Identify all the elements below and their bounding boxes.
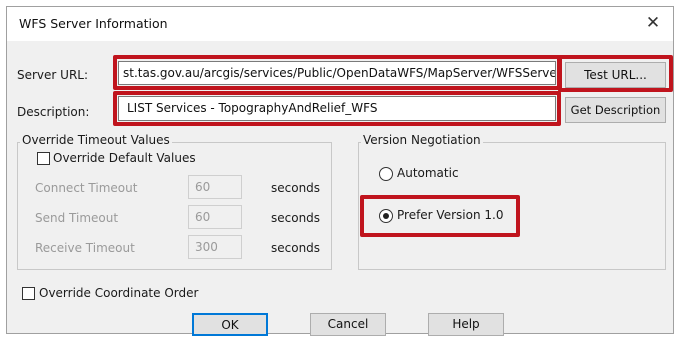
send-timeout-label: Send Timeout bbox=[35, 211, 119, 225]
send-timeout-unit: seconds bbox=[271, 211, 321, 225]
version-group-box bbox=[358, 142, 666, 270]
connect-timeout-unit: seconds bbox=[271, 181, 321, 195]
override-coordinate-order-checkbox[interactable] bbox=[22, 287, 35, 300]
server-url-input[interactable]: st.tas.gov.au/arcgis/services/Public/Ope… bbox=[118, 61, 556, 85]
prefer-version-label: Prefer Version 1.0 bbox=[397, 208, 504, 222]
automatic-label: Automatic bbox=[397, 166, 459, 180]
override-default-label: Override Default Values bbox=[53, 151, 196, 165]
test-url-button[interactable]: Test URL... bbox=[565, 62, 666, 88]
prefer-version-radio[interactable] bbox=[379, 209, 393, 223]
override-default-checkbox[interactable] bbox=[37, 152, 50, 165]
connect-timeout-input[interactable]: 60 bbox=[188, 175, 242, 199]
server-url-label: Server URL: bbox=[17, 68, 89, 82]
override-coordinate-order-label: Override Coordinate Order bbox=[39, 286, 199, 300]
wfs-server-dialog: WFS Server Information ✕ Server URL: st.… bbox=[6, 6, 674, 336]
description-label: Description: bbox=[17, 105, 90, 119]
radio-selected-dot bbox=[383, 213, 389, 219]
timeout-group-title: Override Timeout Values bbox=[20, 133, 172, 147]
receive-timeout-unit: seconds bbox=[271, 241, 321, 255]
cancel-button[interactable]: Cancel bbox=[310, 313, 386, 336]
description-input[interactable]: LIST Services - TopographyAndRelief_WFS bbox=[118, 96, 556, 121]
title-bar: WFS Server Information ✕ bbox=[7, 7, 673, 41]
receive-timeout-label: Receive Timeout bbox=[35, 241, 135, 255]
connect-timeout-label: Connect Timeout bbox=[35, 181, 138, 195]
automatic-radio[interactable] bbox=[379, 167, 393, 181]
close-icon[interactable]: ✕ bbox=[641, 11, 665, 35]
send-timeout-input[interactable]: 60 bbox=[188, 205, 242, 229]
dialog-title: WFS Server Information bbox=[19, 16, 168, 31]
version-group-title: Version Negotiation bbox=[361, 133, 483, 147]
get-description-button[interactable]: Get Description bbox=[565, 97, 666, 123]
help-button[interactable]: Help bbox=[428, 313, 504, 336]
receive-timeout-input[interactable]: 300 bbox=[188, 235, 242, 259]
ok-button[interactable]: OK bbox=[192, 313, 268, 336]
